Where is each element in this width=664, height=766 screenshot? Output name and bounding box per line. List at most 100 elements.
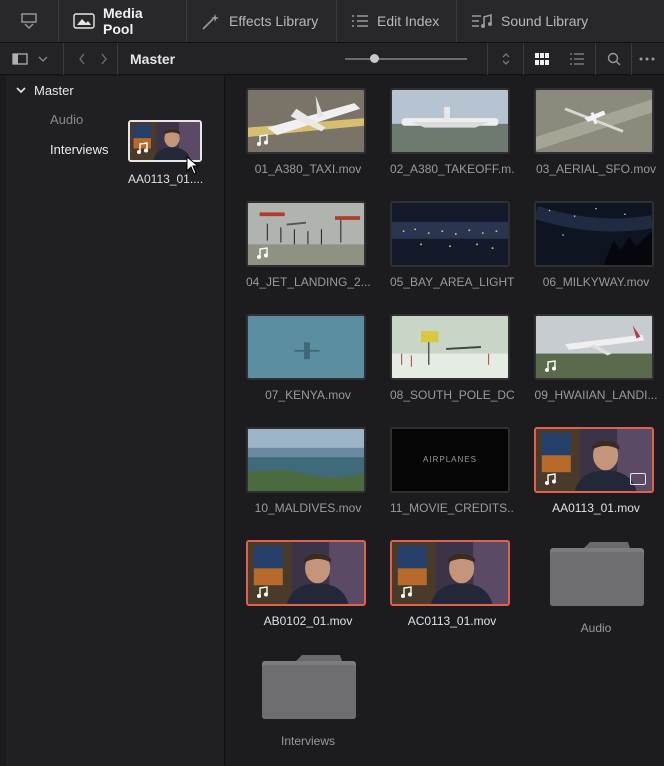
clip-item-selected[interactable]: AB0102_01.mov <box>246 540 370 628</box>
multicam-icon <box>630 473 646 485</box>
milkyway-image <box>536 203 652 265</box>
clip-thumbnail <box>534 201 654 267</box>
clip-name: 07_KENYA.mov <box>265 388 351 402</box>
clip-item[interactable]: 10_MALDIVES.mov <box>246 427 370 515</box>
clip-name: 01_A380_TAXI.mov <box>254 162 362 176</box>
sound-library-label: Sound Library <box>501 13 589 29</box>
clip-item[interactable]: 02_A380_TAKEOFF.m... <box>390 88 514 176</box>
nav-buttons <box>64 42 118 75</box>
sort-updown-icon <box>502 53 509 65</box>
clip-item[interactable]: AIRPLANES 11_MOVIE_CREDITS.... <box>390 427 514 515</box>
chevron-down-icon <box>16 87 26 94</box>
kenya-aerial-image <box>248 316 364 378</box>
clip-item[interactable]: 03_AERIAL_SFO.mov <box>534 88 658 176</box>
clip-name: 11_MOVIE_CREDITS.... <box>390 501 514 515</box>
sound-library-tab[interactable]: Sound Library <box>457 0 602 42</box>
clip-thumbnail <box>534 88 654 154</box>
sound-library-icon <box>472 14 492 28</box>
music-note-icon <box>137 142 148 154</box>
breadcrumb: Master <box>130 50 176 67</box>
bin-list-toggle[interactable] <box>0 42 64 75</box>
music-note-icon <box>257 134 268 146</box>
thumbnail-view-button[interactable] <box>523 43 559 75</box>
bin-list-sidebar: Master Audio Interviews AA0113_01.... <box>6 76 225 766</box>
media-pool-icon <box>73 13 95 29</box>
clip-name: 02_A380_TAKEOFF.m... <box>390 162 514 176</box>
clip-thumbnail <box>246 427 366 493</box>
clip-name: AB0102_01.mov <box>263 614 353 628</box>
music-note-icon <box>401 586 412 598</box>
clip-item[interactable]: 01_A380_TAXI.mov <box>246 88 370 176</box>
folder-icon <box>550 542 644 606</box>
airplane-takeoff-image <box>392 90 508 152</box>
edit-index-label: Edit Index <box>377 13 440 29</box>
sidebar-item-audio[interactable]: Audio <box>50 112 83 127</box>
more-dots-icon <box>639 57 654 61</box>
clip-thumbnail <box>390 201 510 267</box>
music-note-icon <box>545 360 556 372</box>
sidebar-panel-icon <box>12 52 28 65</box>
clip-name: AC0113_01.mov <box>407 614 497 628</box>
clip-item[interactable]: 05_BAY_AREA_LIGHT... <box>390 201 514 289</box>
aerial-airport-image <box>536 90 652 152</box>
folder-item-audio[interactable]: Audio <box>534 540 658 635</box>
master-bin-label: Master <box>34 83 74 98</box>
sort-button[interactable] <box>487 43 523 75</box>
back-arrow-icon[interactable] <box>78 53 86 65</box>
folder-name: Audio <box>580 621 612 635</box>
bin-toolbar: Master <box>0 42 664 75</box>
south-pole-image <box>392 316 508 378</box>
clip-thumbnail <box>246 314 366 380</box>
list-view-button[interactable] <box>559 43 595 75</box>
chevron-down-icon <box>38 56 48 62</box>
clip-name: 03_AERIAL_SFO.mov <box>535 162 657 176</box>
grid-icon <box>534 53 549 65</box>
slider-knob[interactable] <box>370 54 380 63</box>
media-pool-tab[interactable]: Media Pool <box>59 0 187 42</box>
music-note-icon <box>257 586 268 598</box>
clip-thumbnail <box>246 201 366 267</box>
clip-item[interactable]: 09_HWAIIAN_LANDI... <box>534 314 658 402</box>
clip-name: 05_BAY_AREA_LIGHT... <box>390 275 514 289</box>
more-options-button[interactable] <box>631 43 661 75</box>
bay-area-night-image <box>392 203 508 265</box>
music-note-icon <box>257 247 268 259</box>
clip-thumbnail <box>534 314 654 380</box>
clip-name: 08_SOUTH_POLE_DC... <box>390 388 514 402</box>
sidebar-item-interviews[interactable]: Interviews <box>50 142 109 157</box>
clip-name: 10_MALDIVES.mov <box>254 501 362 515</box>
slider-track <box>345 54 467 63</box>
master-bin[interactable]: Master <box>16 83 74 98</box>
effects-library-label: Effects Library <box>229 13 319 29</box>
forward-arrow-icon[interactable] <box>100 53 108 65</box>
clip-item-selected[interactable]: AA0113_01.mov <box>534 427 658 515</box>
clip-thumbnail <box>390 88 510 154</box>
folder-name: Interviews <box>280 734 336 748</box>
clip-item[interactable]: 08_SOUTH_POLE_DC... <box>390 314 514 402</box>
dragged-clip-label: AA0113_01.... <box>128 172 204 186</box>
edit-index-tab[interactable]: Edit Index <box>337 0 457 42</box>
top-toolbar: Media Pool Effects Library Edit Index So… <box>0 0 664 43</box>
clip-thumbnail <box>246 540 366 606</box>
effects-library-tab[interactable]: Effects Library <box>187 0 337 42</box>
folder-item-interviews[interactable]: Interviews <box>246 653 370 748</box>
panel-toggle-button[interactable] <box>0 0 59 42</box>
clip-name: AA0113_01.mov <box>552 501 640 515</box>
clip-thumbnail <box>246 88 366 154</box>
clip-thumbnail <box>534 427 654 493</box>
clip-item[interactable]: 04_JET_LANDING_2.... <box>246 201 370 289</box>
search-icon <box>607 52 620 66</box>
clip-thumbnail <box>390 314 510 380</box>
clip-item-selected[interactable]: AC0113_01.mov <box>390 540 514 628</box>
thumbnail-zoom-slider[interactable] <box>345 43 475 75</box>
clip-item[interactable]: 06_MILKYWAY.mov <box>534 201 658 289</box>
clip-name: 04_JET_LANDING_2.... <box>246 275 370 289</box>
music-note-icon <box>545 473 556 485</box>
search-button[interactable] <box>595 43 631 75</box>
clip-item[interactable]: 07_KENYA.mov <box>246 314 370 402</box>
interview-frame-image <box>130 122 200 160</box>
monitor-down-icon <box>21 13 37 29</box>
clip-name: 09_HWAIIAN_LANDI... <box>534 388 658 402</box>
clip-grid: 01_A380_TAXI.mov 02_A380_TAKEOFF.m... 03 <box>226 76 664 766</box>
clip-name: 06_MILKYWAY.mov <box>542 275 650 289</box>
